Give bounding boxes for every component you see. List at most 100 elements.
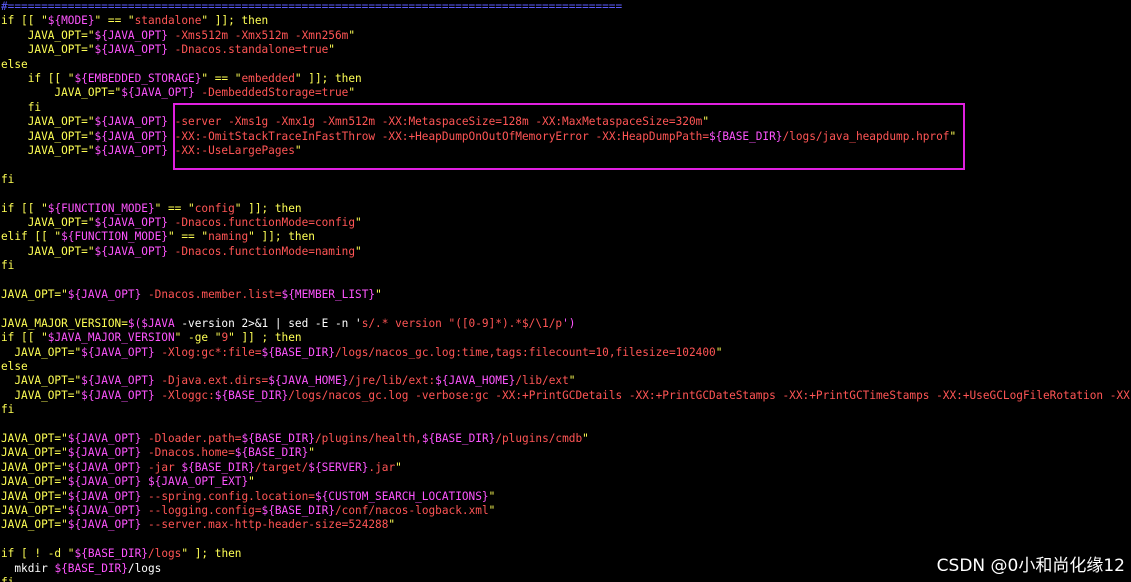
code-token-kw: fi [1, 172, 15, 186]
code-token-var: ${JAVA_OPT} [67, 460, 142, 474]
code-token-kw: if [[ " [1, 72, 75, 85]
code-line: JAVA_OPT="${JAVA_OPT} -Xloggc:${BASE_DIR… [1, 388, 1129, 403]
code-token-str: .jar [368, 460, 396, 474]
code-token-str: /jre/lib/ext: [348, 374, 436, 388]
code-token-str: -Dnacos.functionMode=naming [168, 244, 356, 258]
code-token-str: -Xloggc: [154, 388, 215, 402]
code-line: fi [1, 173, 14, 187]
code-token-kw: JAVA_OPT=" [1, 115, 95, 129]
code-token-kw: " [355, 216, 362, 229]
code-line: JAVA_OPT="${JAVA_OPT} --logging.config=$… [1, 504, 495, 518]
code-token-kw: JAVA_OPT=" [1, 518, 68, 532]
code-token-var: ${JAVA_OPT} [94, 216, 168, 229]
code-token-kw: JAVA_OPT=" [1, 216, 95, 229]
code-token-var: ${JAVA_OPT} [94, 244, 168, 258]
code-token-var: ${JAVA_OPT} [94, 28, 168, 42]
code-token-kw: elif [[ " [1, 230, 62, 244]
code-line: JAVA_OPT="${JAVA_OPT} -jar ${BASE_DIR}/t… [1, 461, 402, 475]
code-token-kw: JAVA_OPT=" [1, 244, 95, 258]
code-token-kw: JAVA_OPT=" [1, 504, 68, 517]
code-token-str: /target/ [254, 460, 309, 474]
code-token-str: --logging.config= [141, 504, 262, 517]
code-token-kw: JAVA_OPT=" [1, 288, 68, 301]
code-token-kw: " -ge " [174, 331, 222, 345]
code-token-var: ${BASE_DIR} [241, 432, 315, 445]
code-token-kw: " ]]; then [234, 201, 302, 215]
highlight-annotation-box [173, 103, 965, 170]
code-token-kw: " [308, 446, 315, 460]
code-token-plain: /logs [127, 561, 162, 575]
code-token-kw: " ]]; then [248, 230, 315, 244]
code-token-str: -Dnacos.member.list= [141, 288, 282, 301]
code-token-kw: " [348, 28, 356, 42]
code-line: JAVA_OPT="${JAVA_OPT} -Dnacos.member.lis… [1, 288, 382, 302]
code-token-var: ${JAVA_HOME} [435, 374, 516, 388]
code-token-var: ${EMBEDDED_STORAGE} [74, 72, 202, 85]
code-token-str: config [194, 201, 235, 215]
code-token-var: $JAVA [141, 316, 175, 330]
code-token-str: /plugins/cmdb [495, 432, 583, 445]
code-token-plain: -version 2>&1 | sed -E -n ' [174, 316, 362, 330]
code-line: JAVA_OPT="${JAVA_OPT} --server.max-http-… [1, 518, 395, 532]
code-line: JAVA_OPT="${JAVA_OPT} -Djava.ext.dirs=${… [1, 374, 575, 388]
code-token-str: -DembeddedStorage=true [194, 86, 349, 100]
code-token-kw: JAVA_OPT=" [1, 144, 95, 157]
code-line: elif [[ "${FUNCTION_MODE}" == "naming" ]… [1, 230, 315, 244]
code-token-str: -Dnacos.functionMode=config [168, 216, 356, 229]
code-token-var: ${MODE} [47, 14, 95, 28]
code-line: mkdir ${BASE_DIR}/logs [1, 562, 161, 576]
code-token-str: /plugins/health, [314, 432, 422, 445]
code-token-comment: #=======================================… [1, 0, 623, 13]
code-token-str: /logs [147, 547, 182, 561]
code-line: JAVA_OPT="${JAVA_OPT} -Xlog:gc*:file=${B… [1, 346, 722, 360]
code-token-str: -jar [141, 460, 182, 474]
code-token-kw: JAVA_OPT=" [1, 489, 68, 503]
code-token-kw: fi [1, 576, 14, 582]
code-line: JAVA_OPT="${JAVA_OPT} --spring.config.lo… [1, 490, 495, 504]
code-token-var: ${CUSTOM_SEARCH_LOCATIONS} [314, 489, 489, 503]
code-token-var: ${JAVA_OPT_EXT} [147, 475, 249, 489]
code-token-kw: " [715, 345, 723, 359]
code-token-str: standalone [134, 14, 202, 28]
code-token-var: ${JAVA_OPT} [81, 345, 155, 359]
code-token-var: ${BASE_DIR} [54, 561, 128, 575]
code-token-kw: JAVA_OPT=" [1, 43, 95, 57]
code-token-var: ${JAVA_OPT} [67, 504, 142, 517]
code-token-kw: if [ ! -d " [1, 547, 75, 561]
code-token-kw: " == " [154, 201, 195, 215]
code-token-str: --spring.config.location= [141, 489, 315, 503]
code-token-kw: JAVA_OPT=" [1, 432, 68, 445]
code-token-var: ${BASE_DIR} [234, 446, 309, 460]
code-token-kw: " == " [201, 72, 242, 85]
code-line: JAVA_OPT="${JAVA_OPT} -Dnacos.functionMo… [1, 245, 362, 259]
code-token-var: ${JAVA_HOME} [268, 374, 349, 388]
code-token-kw: if [[ " [1, 331, 48, 345]
code-line: if [[ "${EMBEDDED_STORAGE}" == "embedded… [1, 72, 362, 86]
code-token-kw: JAVA_OPT=" [1, 446, 68, 460]
code-token-kw: JAVA_OPT=" [1, 129, 95, 143]
code-token-str: s/.* version "([0-9]*).*$/\1/p [361, 316, 563, 330]
code-line: JAVA_OPT="${JAVA_OPT} -Dnacos.standalone… [1, 43, 335, 57]
code-token-str: -Xlog:gc*:file= [154, 345, 262, 359]
code-token-kw: " [248, 475, 255, 489]
terminal-window[interactable]: #=======================================… [0, 0, 1131, 582]
code-token-str: -Djava.ext.dirs= [154, 374, 269, 388]
code-token-var: $( [127, 316, 142, 330]
code-token-kw: " == " [94, 14, 135, 28]
code-token-var: ${JAVA_OPT} [94, 144, 168, 157]
code-token-str [141, 475, 148, 488]
code-token-str: -Dnacos.home= [141, 446, 235, 460]
code-line: if [[ "${MODE}" == "standalone" ]]; then [1, 14, 268, 28]
code-line: else [1, 58, 28, 72]
code-token-var: ${JAVA_OPT} [67, 288, 142, 301]
code-line: JAVA_OPT="${JAVA_OPT} ${JAVA_OPT_EXT}" [1, 475, 255, 489]
code-line: fi [1, 101, 41, 115]
code-token-kw: else [1, 360, 28, 373]
code-token-var: ${JAVA_OPT} [94, 43, 168, 57]
csdn-watermark: CSDN @0小和尚化缘12 [936, 556, 1125, 576]
code-token-str: -Dnacos.standalone=true [168, 43, 329, 57]
code-token-str: /lib/ext [515, 374, 569, 388]
code-token-var: ') [562, 316, 576, 330]
code-token-kw: JAVA_OPT=" [1, 475, 68, 489]
code-token-kw: " ]] ; then [228, 331, 302, 345]
